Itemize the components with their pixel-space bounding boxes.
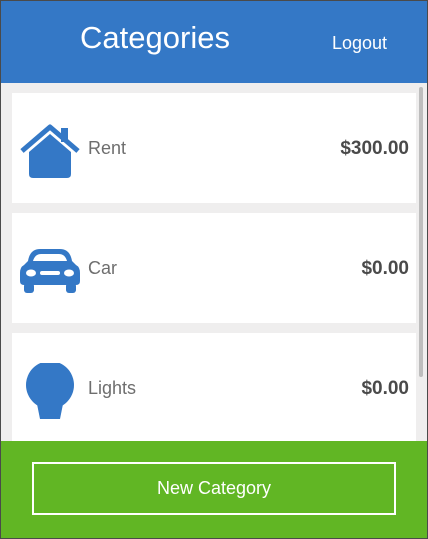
category-name: Rent xyxy=(88,138,127,158)
category-amount: $0.00 xyxy=(361,258,409,279)
scrollbar[interactable] xyxy=(419,87,423,377)
logout-button[interactable]: Logout xyxy=(332,33,387,54)
house-icon xyxy=(18,123,82,179)
category-amount: $300.00 xyxy=(340,138,409,159)
car-icon xyxy=(18,243,82,299)
footer: New Category xyxy=(1,441,427,538)
category-list[interactable]: Rent $300.00 Car $0.00 Lights $0.00 xyxy=(1,83,427,441)
category-amount: $0.00 xyxy=(361,378,409,399)
category-name: Lights xyxy=(88,378,137,398)
category-name: Car xyxy=(88,258,118,278)
category-item-lights[interactable]: Lights $0.00 xyxy=(12,333,416,441)
category-item-rent[interactable]: Rent $300.00 xyxy=(12,93,416,203)
lightbulb-icon xyxy=(18,363,82,419)
page-title: Categories xyxy=(80,20,230,55)
category-item-car[interactable]: Car $0.00 xyxy=(12,213,416,323)
app-frame: Categories Logout Rent $300.00 Car $0.00… xyxy=(0,0,428,539)
header: Categories Logout xyxy=(1,1,427,83)
new-category-button[interactable]: New Category xyxy=(32,462,396,515)
